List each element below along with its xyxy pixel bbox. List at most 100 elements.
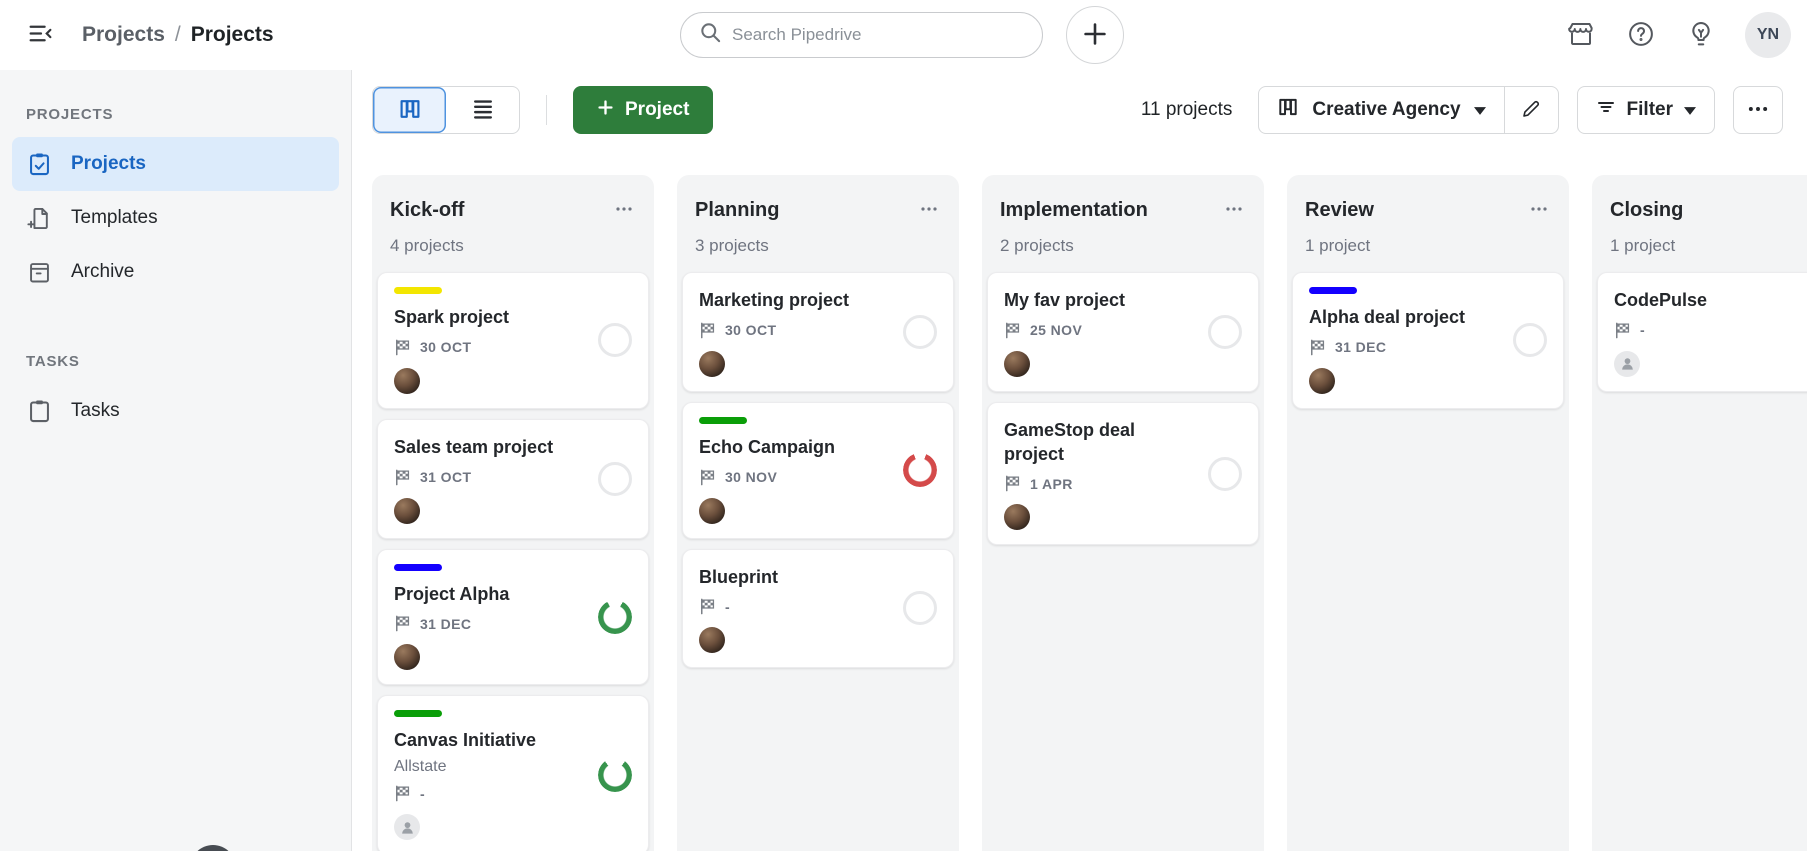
- project-card[interactable]: Alpha deal project 31 DEC: [1292, 272, 1564, 409]
- sidebar-item-templates[interactable]: Templates: [12, 191, 339, 245]
- project-label: [394, 710, 442, 718]
- project-card[interactable]: Sales team project 31 OCT: [377, 418, 649, 539]
- filter-button[interactable]: Filter: [1576, 86, 1715, 134]
- project-meta: 31 DEC: [394, 615, 632, 632]
- column-count: 3 projects: [695, 236, 769, 255]
- project-card[interactable]: Spark project 30 OCT: [377, 272, 649, 409]
- sidebar-section-projects: PROJECTS: [26, 106, 114, 123]
- suggestions-button[interactable]: [1685, 19, 1717, 51]
- assignee-avatar[interactable]: [699, 497, 725, 524]
- progress-indicator[interactable]: [903, 453, 937, 488]
- assignee-avatar[interactable]: [394, 367, 420, 394]
- breadcrumb-separator: /: [174, 23, 181, 46]
- global-add-button[interactable]: [1066, 6, 1124, 64]
- assignee-avatar[interactable]: [699, 627, 725, 654]
- user-avatar[interactable]: YN: [1745, 12, 1791, 58]
- column-count: 1 project: [1610, 236, 1676, 255]
- progress-indicator[interactable]: [903, 591, 937, 626]
- file-plus-icon: [26, 205, 53, 232]
- progress-indicator[interactable]: [598, 461, 632, 496]
- progress-indicator[interactable]: [598, 599, 632, 634]
- column-closing: Closing 1 project CodePulse -: [1592, 175, 1807, 851]
- pipeline-selector[interactable]: Creative Agency: [1259, 87, 1503, 133]
- column-menu-button[interactable]: [1222, 197, 1246, 224]
- project-label: [1309, 287, 1357, 294]
- finish-flag-icon: [1309, 339, 1326, 356]
- progress-indicator[interactable]: [1513, 323, 1547, 358]
- help-button[interactable]: [1625, 19, 1657, 51]
- project-card[interactable]: Canvas Initiative Allstate -: [377, 695, 649, 851]
- column-title: Planning: [695, 199, 780, 221]
- column-menu-button[interactable]: [612, 197, 636, 224]
- toolbar-more-button[interactable]: [1733, 86, 1783, 134]
- project-meta: 25 NOV: [1004, 322, 1242, 339]
- project-title: Echo Campaign: [699, 436, 836, 457]
- project-card[interactable]: Echo Campaign 30 NOV: [682, 401, 954, 539]
- global-search[interactable]: [680, 12, 1043, 58]
- project-title: Project Alpha: [394, 583, 510, 604]
- assignee-avatar[interactable]: [394, 497, 420, 524]
- assignee-avatar-placeholder[interactable]: [1614, 350, 1640, 377]
- projects-count: 11 projects: [1140, 99, 1233, 120]
- assignee-avatar[interactable]: [1309, 367, 1335, 394]
- project-card[interactable]: Blueprint -: [682, 548, 954, 669]
- project-meta: 30 OCT: [394, 339, 632, 356]
- add-project-button[interactable]: Project: [573, 86, 714, 134]
- project-card[interactable]: CodePulse -: [1597, 272, 1807, 392]
- project-card[interactable]: My fav project 25 NOV: [987, 272, 1259, 392]
- column-planning: Planning 3 projects Marketing project 30 OC…: [677, 175, 959, 851]
- column-header: Kick-off 4 projects: [372, 175, 654, 256]
- project-title: My fav project: [1004, 290, 1126, 310]
- finish-flag-icon: [394, 469, 411, 486]
- column-header: Closing 1 project: [1592, 175, 1807, 256]
- column-kick-off: Kick-off 4 projects Spark project 30 OCT Sal…: [372, 175, 654, 851]
- column-menu-button[interactable]: [917, 197, 941, 224]
- topbar: Projects / Projects Search Pipedrive YN: [0, 0, 1807, 70]
- assignee-avatar[interactable]: [1004, 504, 1030, 531]
- board-toolbar: Project 11 projects Creative Agency Filt…: [372, 86, 1783, 134]
- project-title: CodePulse: [1614, 290, 1708, 310]
- finish-flag-icon: [394, 615, 411, 632]
- column-cards: CodePulse -: [1592, 256, 1807, 397]
- project-organization: Allstate: [394, 758, 447, 775]
- progress-indicator[interactable]: [1208, 456, 1242, 491]
- sidebar-item-archive[interactable]: Archive: [12, 245, 339, 299]
- progress-indicator[interactable]: [903, 314, 937, 349]
- project-card[interactable]: GameStop deal project 1 APR: [987, 401, 1259, 546]
- person-icon: [1619, 355, 1636, 372]
- marketplace-button[interactable]: [1565, 19, 1597, 51]
- assignee-avatar[interactable]: [1004, 350, 1030, 377]
- finish-flag-icon: [1004, 475, 1021, 492]
- assignee-avatar[interactable]: [699, 350, 725, 377]
- column-title: Implementation: [1000, 199, 1148, 221]
- clipboard-check-icon: [26, 151, 53, 178]
- filter-label: Filter: [1626, 99, 1673, 120]
- assignee-avatar-placeholder[interactable]: [394, 814, 420, 840]
- search-input[interactable]: [732, 25, 1024, 45]
- column-menu-button[interactable]: [1527, 197, 1551, 224]
- project-card[interactable]: Project Alpha 31 DEC: [377, 548, 649, 686]
- edit-pipeline-button[interactable]: [1503, 87, 1558, 133]
- storefront-icon: [1566, 19, 1596, 52]
- sidebar-item-label: Tasks: [71, 400, 120, 421]
- kanban-board-icon: [398, 97, 422, 124]
- kanban-view-button[interactable]: [373, 87, 446, 133]
- finish-flag-icon: [394, 339, 411, 356]
- sidebar-item-tasks[interactable]: Tasks: [12, 384, 339, 438]
- sidebar-collapse-button[interactable]: [20, 15, 60, 55]
- list-view-button[interactable]: [446, 87, 519, 133]
- column-review: Review 1 project Alpha deal project 31 DEC: [1287, 175, 1569, 851]
- project-card[interactable]: Marketing project 30 OCT: [682, 272, 954, 392]
- sidebar-item-projects[interactable]: Projects: [12, 137, 339, 191]
- ellipsis-icon: [1747, 98, 1769, 123]
- assignee-avatar[interactable]: [394, 644, 420, 671]
- project-title: Canvas Initiative: [394, 730, 537, 751]
- kanban-columns: Kick-off 4 projects Spark project 30 OCT Sal…: [372, 175, 1807, 851]
- breadcrumb-root[interactable]: Projects: [82, 23, 165, 47]
- progress-indicator[interactable]: [1208, 314, 1242, 349]
- question-circle-icon: [1626, 19, 1656, 52]
- project-end-date: -: [420, 785, 426, 802]
- progress-indicator[interactable]: [598, 323, 632, 358]
- plus-icon: [597, 99, 614, 122]
- progress-indicator[interactable]: [598, 758, 632, 793]
